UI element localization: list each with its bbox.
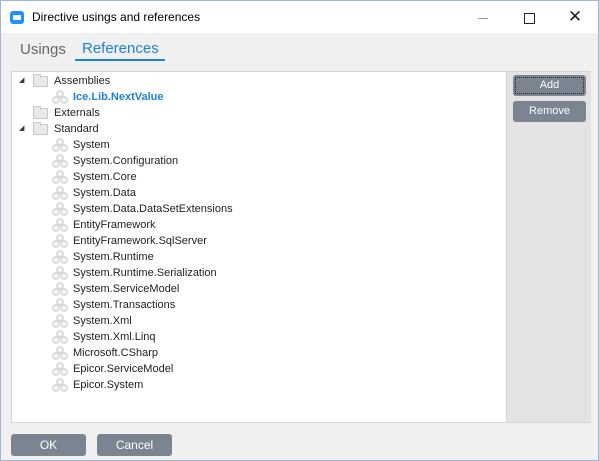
assembly-icon (52, 186, 68, 200)
assembly-icon (52, 218, 68, 232)
assembly-icon (52, 298, 68, 312)
folder-icon (33, 106, 48, 119)
assembly-icon (52, 234, 68, 248)
cancel-button[interactable]: Cancel (97, 434, 172, 456)
tree-item-label[interactable]: System.Xml.Linq (73, 329, 156, 345)
assembly-icon (52, 202, 68, 216)
remove-button[interactable]: Remove (513, 101, 586, 122)
assembly-icon (52, 90, 68, 104)
tree-item-label[interactable]: System.Data (73, 185, 136, 201)
dialog-footer: OK Cancel (1, 426, 598, 460)
assembly-icon (52, 266, 68, 280)
folder-icon (33, 74, 48, 87)
tree-item-label[interactable]: System.Transactions (73, 297, 175, 313)
expand-arrow-icon[interactable]: ◢ (19, 73, 24, 89)
folder-icon (33, 122, 48, 135)
close-icon: ✕ (567, 7, 583, 26)
assembly-icon (52, 138, 68, 152)
tree-group-label[interactable]: Standard (54, 121, 99, 137)
tree-item-label[interactable]: System (73, 137, 110, 153)
minimize-button[interactable] (460, 1, 506, 33)
assembly-icon (52, 378, 68, 392)
assembly-icon (52, 282, 68, 296)
close-button[interactable]: ✕ (552, 1, 598, 33)
active-tab-indicator (75, 59, 165, 61)
tree-item-label[interactable]: System.Core (73, 169, 137, 185)
side-panel: Add Remove (507, 71, 591, 423)
tree-item-label[interactable]: System.Xml (73, 313, 132, 329)
dialog-window: Directive usings and references ✕ Usings… (0, 0, 599, 461)
app-icon (10, 11, 24, 24)
tree-item-label[interactable]: System.ServiceModel (73, 281, 179, 297)
minimize-icon (478, 17, 488, 19)
assembly-icon (52, 170, 68, 184)
tree-item-label[interactable]: EntityFramework.SqlServer (73, 233, 207, 249)
tree-group-label[interactable]: Assemblies (54, 73, 110, 89)
tree-item-label[interactable]: EntityFramework (73, 217, 156, 233)
tab-references[interactable]: References (82, 40, 159, 57)
tree-item-label[interactable]: Ice.Lib.NextValue (73, 89, 163, 105)
maximize-button[interactable] (506, 1, 552, 33)
assembly-icon (52, 330, 68, 344)
window-title: Directive usings and references (32, 10, 201, 24)
references-tree[interactable]: ◢ Assemblies Ice.Lib.NextValue Externals ◢ St… (11, 71, 507, 423)
tree-item-label[interactable]: System.Configuration (73, 153, 178, 169)
tree-item-label[interactable]: System.Runtime (73, 249, 154, 265)
add-button[interactable]: Add (513, 75, 586, 96)
tree-item-label[interactable]: Epicor.System (73, 377, 143, 393)
assembly-icon (52, 346, 68, 360)
tab-usings[interactable]: Usings (20, 41, 66, 58)
tree-item-label[interactable]: Epicor.ServiceModel (73, 361, 173, 377)
tree-group-label[interactable]: Externals (54, 105, 100, 121)
expand-arrow-icon[interactable]: ◢ (19, 121, 24, 137)
tree-item-label[interactable]: System.Runtime.Serialization (73, 265, 217, 281)
ok-button[interactable]: OK (11, 434, 86, 456)
assembly-icon (52, 154, 68, 168)
assembly-icon (52, 314, 68, 328)
assembly-icon (52, 362, 68, 376)
maximize-icon (523, 12, 535, 24)
tree-item-label[interactable]: Microsoft.CSharp (73, 345, 158, 361)
tree-item-label[interactable]: System.Data.DataSetExtensions (73, 201, 233, 217)
assembly-icon (52, 250, 68, 264)
title-bar: Directive usings and references ✕ (1, 1, 598, 33)
